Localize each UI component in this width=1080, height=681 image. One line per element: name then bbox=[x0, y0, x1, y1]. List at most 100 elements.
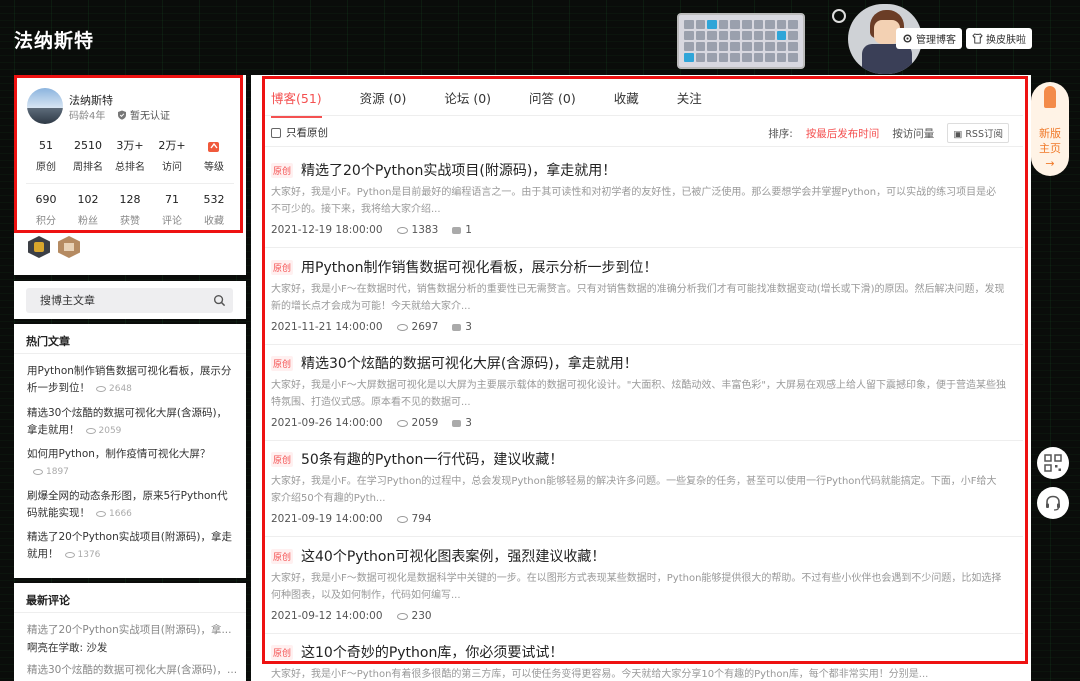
sort-by-time[interactable]: 按最后发布时间 bbox=[806, 126, 880, 141]
stat-total-rank[interactable]: 3万+ 总排名 bbox=[110, 139, 150, 173]
box-badge-icon[interactable] bbox=[58, 236, 80, 258]
article-date: 2021-09-19 14:00:00 bbox=[271, 513, 383, 525]
stat-level[interactable]: 等级 bbox=[194, 139, 234, 173]
change-skin-button[interactable]: 换皮肤啦 bbox=[966, 28, 1032, 49]
article-comments: 1 bbox=[452, 224, 472, 236]
hot-article-item[interactable]: 精选了20个Python实战项目(附源码)，拿走就用！ 1376 bbox=[27, 529, 235, 564]
search-placeholder: 搜博主文章 bbox=[40, 294, 95, 307]
stat-original[interactable]: 51 原创 bbox=[26, 139, 66, 173]
keyboard-illustration bbox=[677, 13, 805, 69]
tab-following[interactable]: 关注 bbox=[677, 88, 702, 118]
profile-name[interactable]: 法纳斯特 bbox=[69, 92, 113, 108]
manage-blog-label: 管理博客 bbox=[916, 35, 956, 46]
tab-bar: 博客(51) 资源 (0) 论坛 (0) 问答 (0) 收藏 关注 bbox=[271, 88, 740, 118]
stats-row-2: 690 积分 102 粉丝 128 获赞 71 评论 532 收藏 bbox=[26, 193, 234, 227]
article-comments: 3 bbox=[452, 321, 472, 333]
article-views: 1383 bbox=[396, 224, 438, 236]
article-comments: 3 bbox=[452, 417, 472, 429]
stat-favorites[interactable]: 532 收藏 bbox=[194, 193, 234, 227]
checkbox-box[interactable] bbox=[271, 127, 281, 138]
avatar[interactable] bbox=[27, 88, 63, 124]
tab-favorites[interactable]: 收藏 bbox=[614, 88, 639, 118]
search-icon[interactable] bbox=[213, 294, 226, 307]
hot-article-item[interactable]: 如何用Python，制作疫情可视化大屏？1897 bbox=[27, 446, 235, 481]
stat-comments[interactable]: 71 评论 bbox=[152, 193, 192, 227]
tab-forum[interactable]: 论坛 (0) bbox=[444, 88, 491, 118]
blog-title[interactable]: 法纳斯特 bbox=[14, 26, 94, 53]
auth-label: 暂无认证 bbox=[130, 111, 170, 122]
article-title[interactable]: 用Python制作销售数据可视化看板，展示分析一步到位！ bbox=[301, 257, 658, 277]
tab-divider bbox=[265, 115, 1023, 116]
stat-points[interactable]: 690 积分 bbox=[26, 193, 66, 227]
target-icon bbox=[832, 9, 846, 23]
article-abstract: 大家好，我是小F～Python有着很多很酷的第三方库，可以使任务变得更容易。今天… bbox=[271, 669, 929, 680]
original-tag: 原创 bbox=[271, 259, 294, 275]
article-date: 2021-11-21 14:00:00 bbox=[271, 321, 383, 333]
tab-qa[interactable]: 问答 (0) bbox=[529, 88, 576, 118]
gear-icon bbox=[903, 34, 912, 43]
qr-code-button[interactable] bbox=[1037, 447, 1069, 479]
original-tag: 原创 bbox=[271, 548, 294, 564]
comment-icon bbox=[452, 323, 462, 331]
article-date: 2021-12-19 18:00:00 bbox=[271, 224, 383, 236]
article-title[interactable]: 50条有趣的Python一行代码，建议收藏！ bbox=[301, 449, 563, 469]
article-date: 2021-09-12 14:00:00 bbox=[271, 610, 383, 622]
shield-icon bbox=[118, 110, 126, 120]
comment-article-link[interactable]: 精选了20个Python实战项目(附源码)，拿... bbox=[27, 622, 239, 637]
main-content: 博客(51) 资源 (0) 论坛 (0) 问答 (0) 收藏 关注 只看原创 排… bbox=[251, 75, 1031, 681]
article-views: 794 bbox=[396, 513, 432, 525]
tab-blog[interactable]: 博客(51) bbox=[271, 88, 322, 118]
level-icon bbox=[208, 142, 219, 152]
article-views: 2697 bbox=[396, 321, 438, 333]
badge-icon[interactable] bbox=[28, 236, 50, 258]
search-input[interactable]: 搜博主文章 bbox=[26, 288, 233, 313]
stat-visits[interactable]: 2万+ 访问 bbox=[152, 139, 192, 173]
stat-week-rank[interactable]: 2510 周排名 bbox=[68, 139, 108, 173]
tab-resources[interactable]: 资源 (0) bbox=[360, 88, 407, 118]
article-abstract: 大家好，我是小F～大屏数据可视化是以大屏为主要展示载体的数据可视化设计。"大面积… bbox=[271, 380, 1006, 408]
headset-icon bbox=[1046, 495, 1060, 511]
rss-button[interactable]: ▣ RSS订阅 bbox=[947, 123, 1009, 143]
hot-divider bbox=[14, 353, 246, 354]
customer-service-button[interactable] bbox=[1037, 487, 1069, 519]
hot-article-item[interactable]: 用Python制作销售数据可视化看板，展示分析一步到位！ 2648 bbox=[27, 363, 235, 398]
article-title[interactable]: 这40个Python可视化图表案例，强烈建议收藏！ bbox=[301, 546, 605, 566]
comment-icon bbox=[452, 419, 462, 427]
comments-divider bbox=[14, 612, 246, 613]
stat-fans[interactable]: 102 粉丝 bbox=[68, 193, 108, 227]
badge-list bbox=[28, 236, 80, 258]
article-abstract: 大家好，我是小F～数据可视化是数据科学中关键的一步。在以图形方式表现某些数据时，… bbox=[271, 573, 1002, 601]
original-tag: 原创 bbox=[271, 162, 294, 178]
rocket-icon bbox=[1044, 86, 1056, 108]
manage-blog-button[interactable]: 管理博客 bbox=[896, 28, 962, 49]
list-divider bbox=[265, 146, 1023, 147]
stat-likes[interactable]: 128 获赞 bbox=[110, 193, 150, 227]
original-tag: 原创 bbox=[271, 644, 294, 660]
new-homepage-button[interactable]: 新版 主页 → bbox=[1031, 82, 1069, 176]
eye-icon bbox=[396, 323, 408, 331]
original-tag: 原创 bbox=[271, 451, 294, 467]
article-title[interactable]: 这10个奇妙的Python库，你必须要试试！ bbox=[301, 642, 563, 662]
comment-article-link[interactable]: 精选30个炫酷的数据可视化大屏(含源码)，... bbox=[27, 662, 239, 677]
latest-comments-card: 最新评论 精选了20个Python实战项目(附源码)，拿... 啊亮在学敢: 沙… bbox=[14, 583, 246, 681]
shirt-icon bbox=[972, 33, 983, 44]
article-title[interactable]: 精选30个炫酷的数据可视化大屏(含源码)，拿走就用！ bbox=[301, 353, 638, 373]
hot-article-item[interactable]: 刷爆全网的动态条形图，原来5行Python代码就能实现！ 1666 bbox=[27, 488, 235, 523]
qr-code-icon bbox=[1044, 454, 1062, 472]
sort-bar: 排序: 按最后发布时间 按访问量 ▣ RSS订阅 bbox=[768, 123, 1009, 143]
rss-icon: ▣ bbox=[953, 129, 963, 140]
comment-text: 啊亮在学敢: 沙发 bbox=[27, 642, 108, 654]
article-abstract: 大家好，我是小F。Python是目前最好的编程语言之一。由于其可读性和对初学者的… bbox=[271, 187, 997, 215]
hot-article-item[interactable]: 精选30个炫酷的数据可视化大屏(含源码)，拿走就用！ 2059 bbox=[27, 405, 235, 440]
original-tag: 原创 bbox=[271, 355, 294, 371]
stats-row-1: 51 原创 2510 周排名 3万+ 总排名 2万+ 访问 等级 bbox=[26, 139, 234, 173]
article-abstract: 大家好，我是小F。在学习Python的过程中，总会发现Python能够轻易的解决… bbox=[271, 476, 997, 504]
hot-articles-title: 热门文章 bbox=[26, 335, 70, 348]
sort-by-views[interactable]: 按访问量 bbox=[892, 126, 934, 141]
eye-icon bbox=[396, 226, 408, 234]
original-only-checkbox[interactable]: 只看原创 bbox=[271, 125, 328, 140]
original-only-label: 只看原创 bbox=[286, 127, 328, 139]
latest-comments-title: 最新评论 bbox=[26, 594, 70, 607]
article-title[interactable]: 精选了20个Python实战项目(附源码)，拿走就用！ bbox=[301, 160, 616, 180]
sort-label: 排序: bbox=[768, 127, 793, 140]
